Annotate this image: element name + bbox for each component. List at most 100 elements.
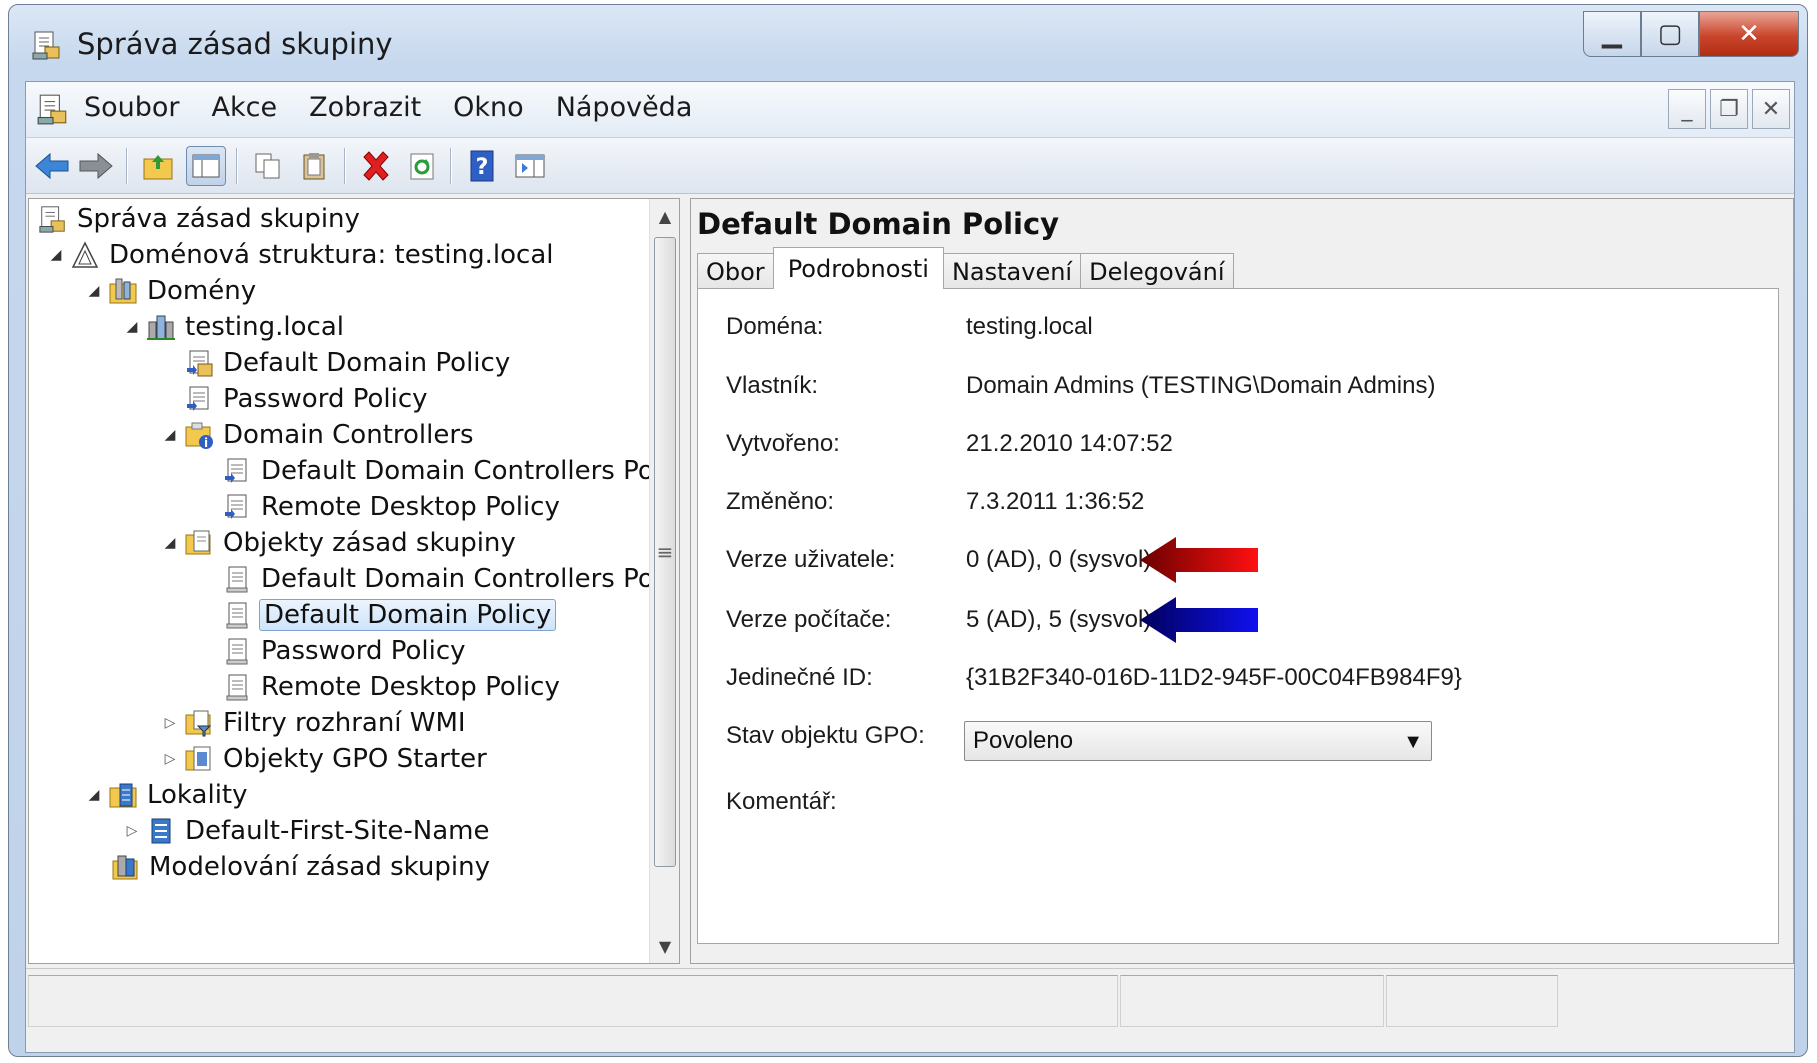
toolbar-separator xyxy=(344,148,346,184)
tree-vertical-scrollbar[interactable]: ▲ ≡ ▼ xyxy=(649,199,679,963)
tree-label: Filtry rozhraní WMI xyxy=(223,708,466,738)
console-system-icon[interactable] xyxy=(36,92,70,126)
tree-node-gpo-password-policy[interactable]: Password Policy xyxy=(217,633,468,669)
tree-node-link-default-domain-policy[interactable]: Default Domain Policy xyxy=(179,345,512,381)
gpo-scroll-icon xyxy=(221,563,253,595)
gpo-scroll-icon xyxy=(221,635,253,667)
tab-nastaveni[interactable]: Nastavení xyxy=(942,253,1082,289)
tree-node-link-remote-desktop-policy[interactable]: Remote Desktop Policy xyxy=(217,489,562,525)
detail-row-created: Vytvořeno: 21.2.2010 14:07:52 xyxy=(726,424,1173,464)
gpo-status-combobox[interactable]: Povoleno ▼ xyxy=(964,721,1432,761)
toolbar: ? xyxy=(26,138,1794,194)
status-cell-main xyxy=(28,975,1118,1027)
scroll-up-arrow-icon[interactable]: ▲ xyxy=(650,201,679,231)
tree-label: Remote Desktop Policy xyxy=(261,492,560,522)
refresh-icon xyxy=(410,153,434,180)
scroll-thumb[interactable]: ≡ xyxy=(654,237,676,867)
delete-button[interactable] xyxy=(356,146,396,186)
tree-label: Default-First-Site-Name xyxy=(185,816,490,846)
tree-node-gp-modeling[interactable]: Modelování zásad skupiny xyxy=(105,849,492,885)
tree-node-starter-gpos[interactable]: ▷ Objekty GPO Starter xyxy=(161,741,489,777)
pane-splitter[interactable] xyxy=(680,198,690,964)
toolbar-separator xyxy=(450,148,452,184)
collapse-triangle-icon[interactable]: ◢ xyxy=(85,282,103,300)
expand-triangle-icon[interactable]: ▷ xyxy=(123,822,141,840)
menu-napoveda[interactable]: Nápověda xyxy=(556,92,709,123)
site-icon xyxy=(145,815,177,847)
status-bar xyxy=(26,968,1794,1052)
menu-soubor[interactable]: Soubor xyxy=(84,92,196,123)
refresh-button[interactable] xyxy=(402,146,442,186)
collapse-triangle-icon[interactable]: ◢ xyxy=(161,534,179,552)
tree-node-gpo-remote-desktop-policy[interactable]: Remote Desktop Policy xyxy=(217,669,562,705)
menu-bar: Soubor Akce Zobrazit Okno Nápověda _ ❐ ✕ xyxy=(26,82,1794,138)
details-tabs: Obor Podrobnosti Nastavení Delegování xyxy=(697,247,1234,289)
tree-node-gpo-default-domain-policy[interactable]: Default Domain Policy xyxy=(217,597,557,633)
copy-button[interactable] xyxy=(248,146,288,186)
tab-obor[interactable]: Obor xyxy=(697,253,774,289)
toolbar-separator xyxy=(126,148,128,184)
tree-label: Lokality xyxy=(147,780,248,810)
tree-label: Default Domain Controllers Policy xyxy=(261,564,680,594)
tree-node-sites[interactable]: ◢ Lokality xyxy=(85,777,250,813)
tree-node-gpo-container[interactable]: ◢ Objekty zásad skupiny xyxy=(161,525,518,561)
menu-zobrazit[interactable]: Zobrazit xyxy=(309,92,437,123)
menu-akce[interactable]: Akce xyxy=(212,92,294,123)
gpmc-icon xyxy=(37,203,69,235)
tree-label: Remote Desktop Policy xyxy=(261,672,560,702)
help-button[interactable]: ? xyxy=(462,146,502,186)
tab-delegovani[interactable]: Delegování xyxy=(1080,253,1234,289)
child-close-button[interactable]: ✕ xyxy=(1752,89,1790,129)
tree-label: Objekty GPO Starter xyxy=(223,744,487,774)
close-button[interactable]: ✕ xyxy=(1699,11,1799,57)
minimize-button[interactable]: ▁ xyxy=(1583,11,1641,57)
starter-gpo-folder-icon xyxy=(183,743,215,775)
tree-node-domain-controllers[interactable]: ◢ i Domain Controllers xyxy=(161,417,476,453)
expand-triangle-icon[interactable]: ▷ xyxy=(161,714,179,732)
show-hide-tree-button[interactable] xyxy=(186,146,226,186)
tree-node-testing-local[interactable]: ◢ testing.local xyxy=(123,309,346,345)
maximize-button[interactable]: ▢ xyxy=(1641,11,1699,57)
forward-button[interactable] xyxy=(76,146,116,186)
tree-label: Objekty zásad skupiny xyxy=(223,528,516,558)
child-minimize-button[interactable]: _ xyxy=(1668,89,1706,129)
domain-icon xyxy=(145,311,177,343)
domain-value: testing.local xyxy=(966,313,1093,340)
tree-node-gpmc-root[interactable]: Správa zásad skupiny xyxy=(37,201,362,237)
user-version-value: 0 (AD), 0 (sysvol) xyxy=(966,546,1152,573)
tree-node-forest[interactable]: ◢ Doménová struktura: testing.local xyxy=(47,237,556,273)
tree-node-default-first-site[interactable]: ▷ Default-First-Site-Name xyxy=(123,813,491,849)
main-window: Správa zásad skupiny ▁ ▢ ✕ Soubor Akce Z… xyxy=(8,4,1808,1057)
expand-triangle-icon[interactable]: ▷ xyxy=(161,750,179,768)
gpo-link-icon xyxy=(221,455,253,487)
tree-label: Default Domain Policy xyxy=(223,348,511,378)
show-action-pane-button[interactable] xyxy=(510,146,550,186)
scroll-down-arrow-icon[interactable]: ▼ xyxy=(650,931,679,961)
gpmc-app-icon xyxy=(31,29,63,61)
tree-node-wmi-filters[interactable]: ▷ Filtry rozhraní WMI xyxy=(161,705,468,741)
tab-podrobnosti[interactable]: Podrobnosti xyxy=(772,247,944,289)
restore-icon: ❐ xyxy=(1719,96,1739,122)
maximize-icon: ▢ xyxy=(1657,19,1683,49)
tree-node-link-default-dc-policy[interactable]: Default Domain Controllers Policy xyxy=(217,453,679,489)
tree-node-domains[interactable]: ◢ Domény xyxy=(85,273,258,309)
collapse-triangle-icon[interactable]: ◢ xyxy=(161,426,179,444)
caption-buttons: ▁ ▢ ✕ xyxy=(1583,11,1799,57)
field-label: Změněno: xyxy=(726,488,835,515)
collapse-triangle-icon[interactable]: ◢ xyxy=(85,786,103,804)
back-button[interactable] xyxy=(32,146,72,186)
tree-node-link-password-policy[interactable]: Password Policy xyxy=(179,381,430,417)
field-label: Vytvořeno: xyxy=(726,430,840,457)
collapse-triangle-icon[interactable]: ◢ xyxy=(47,246,65,264)
close-icon: ✕ xyxy=(1761,96,1781,122)
paste-button[interactable] xyxy=(294,146,334,186)
console-tree-pane[interactable]: Správa zásad skupiny ◢ Doménová struktur… xyxy=(28,198,680,964)
up-one-level-button[interactable] xyxy=(138,146,178,186)
collapse-triangle-icon[interactable]: ◢ xyxy=(123,318,141,336)
field-label: Verze počítače: xyxy=(726,606,892,633)
title-bar[interactable]: Správa zásad skupiny ▁ ▢ ✕ xyxy=(9,5,1807,83)
menu-okno[interactable]: Okno xyxy=(453,92,540,123)
child-restore-button[interactable]: ❐ xyxy=(1710,89,1748,129)
tree-node-gpo-default-dc-policy[interactable]: Default Domain Controllers Policy xyxy=(217,561,680,597)
tree-label: Password Policy xyxy=(261,636,466,666)
